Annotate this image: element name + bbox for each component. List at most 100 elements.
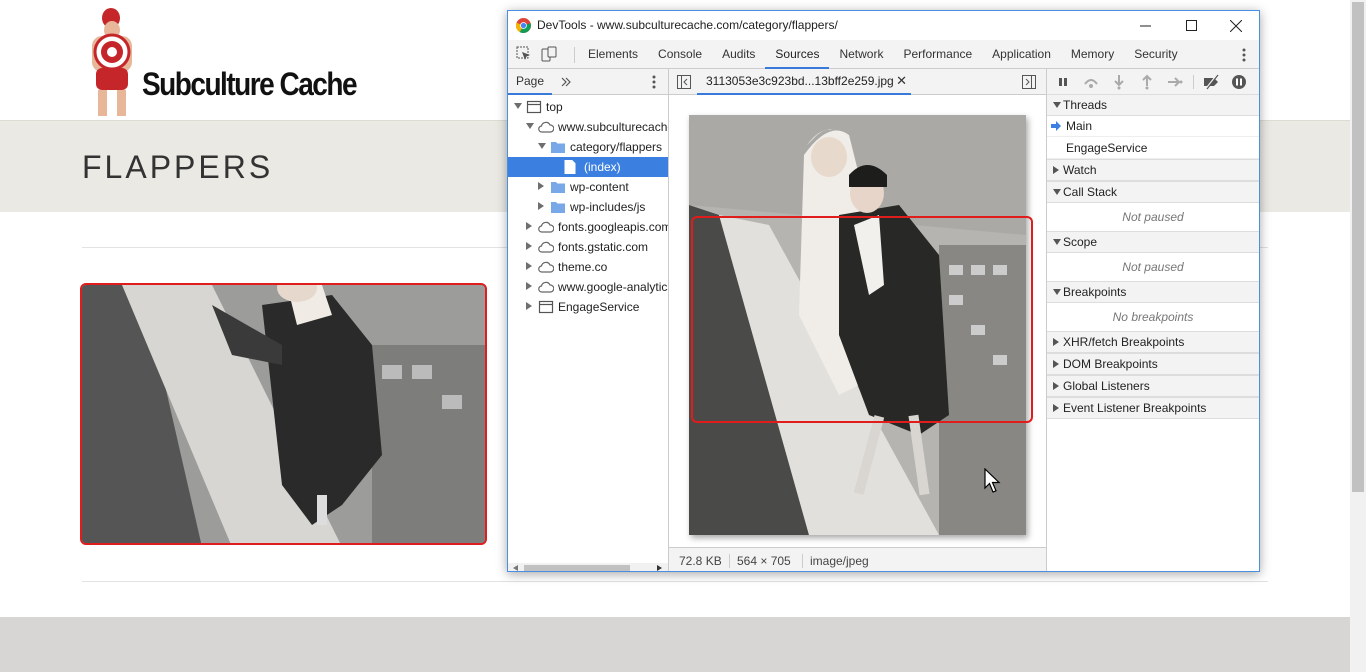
scope-empty-message: Not paused	[1122, 260, 1184, 274]
tree-item[interactable]: wp-content	[508, 177, 668, 197]
collapsed-icon[interactable]	[526, 302, 532, 310]
tree-item[interactable]: category/flappers	[508, 137, 668, 157]
editor-tab-image[interactable]: 3113053e3c923bd...13bff2e259.jpg ✕	[697, 69, 911, 95]
site-footer	[0, 617, 1350, 672]
watch-section-header[interactable]: Watch	[1047, 159, 1259, 181]
tree-item[interactable]: fonts.gstatic.com	[508, 237, 668, 257]
tab-security[interactable]: Security	[1124, 40, 1187, 69]
collapsed-icon[interactable]	[526, 262, 532, 270]
tree-item[interactable]: theme.co	[508, 257, 668, 277]
toggle-debugger-icon[interactable]	[1022, 75, 1036, 89]
site-logo[interactable]: Subculture Cache	[82, 6, 358, 118]
more-tabs-icon[interactable]	[560, 76, 572, 88]
expanded-icon	[1053, 189, 1061, 195]
image-mime-type: image/jpeg	[810, 554, 869, 568]
page-scrollbar-thumb[interactable]	[1352, 2, 1364, 492]
tab-performance[interactable]: Performance	[893, 40, 982, 69]
tree-item-label: www.google-analytics.com	[558, 280, 668, 294]
dom-breakpoints-section-header[interactable]: DOM Breakpoints	[1047, 353, 1259, 375]
navigator-tab-page[interactable]: Page	[508, 69, 553, 95]
toggle-navigator-icon[interactable]	[677, 75, 691, 89]
collapsed-icon[interactable]	[538, 202, 544, 210]
tree-item[interactable]: (index)	[508, 157, 668, 177]
tree-item[interactable]: top	[508, 97, 668, 117]
collapsed-icon[interactable]	[526, 282, 532, 290]
divider	[82, 581, 1268, 582]
tab-application[interactable]: Application	[982, 40, 1061, 69]
tab-network[interactable]: Network	[829, 40, 893, 69]
inspect-element-icon[interactable]	[516, 46, 532, 62]
collapsed-icon	[1053, 166, 1059, 174]
devtools-title: DevTools - www.subculturecache.com/categ…	[537, 18, 838, 32]
collapsed-icon	[1053, 382, 1059, 390]
tree-item-label: wp-content	[570, 180, 629, 194]
devtools-titlebar[interactable]: DevTools - www.subculturecache.com/categ…	[508, 11, 1259, 40]
scope-section-header[interactable]: Scope	[1047, 231, 1259, 253]
navigator-menu-icon[interactable]	[648, 73, 660, 91]
tab-memory[interactable]: Memory	[1061, 40, 1124, 69]
pause-on-exceptions-icon[interactable]	[1231, 74, 1247, 90]
thread-item-main[interactable]: Main	[1047, 115, 1259, 137]
post-thumbnail[interactable]	[80, 283, 487, 545]
folder-icon	[550, 200, 566, 214]
tree-item[interactable]: EngageService	[508, 297, 668, 317]
cloud-icon	[538, 240, 555, 254]
debugger-toolbar	[1047, 69, 1259, 95]
device-toolbar-icon[interactable]	[541, 46, 557, 62]
tree-item[interactable]: wp-includes/js	[508, 197, 668, 217]
tree-item-label: (index)	[584, 160, 621, 174]
frame-icon	[526, 100, 542, 114]
step-out-icon[interactable]	[1139, 74, 1155, 90]
pause-script-icon[interactable]	[1055, 74, 1071, 90]
tab-console[interactable]: Console	[648, 40, 712, 69]
threads-section-header[interactable]: Threads	[1047, 94, 1259, 116]
collapsed-icon	[1053, 404, 1059, 412]
maximize-button[interactable]	[1168, 11, 1214, 40]
step-over-icon[interactable]	[1083, 74, 1099, 90]
scroll-left-icon[interactable]	[513, 565, 519, 571]
tab-audits[interactable]: Audits	[712, 40, 765, 69]
page-scrollbar[interactable]	[1350, 0, 1366, 672]
more-options-icon[interactable]	[1238, 46, 1250, 64]
thread-item-engageservice[interactable]: EngageService	[1047, 137, 1259, 159]
cloud-icon	[538, 260, 555, 274]
breakpoints-section-header[interactable]: Breakpoints	[1047, 281, 1259, 303]
expanded-icon[interactable]	[514, 103, 522, 109]
minimize-button[interactable]	[1122, 11, 1168, 40]
tree-item-label: wp-includes/js	[570, 200, 646, 214]
expanded-icon[interactable]	[538, 143, 546, 149]
close-tab-icon[interactable]: ✕	[896, 69, 907, 93]
tree-item[interactable]: www.google-analytics.com	[508, 277, 668, 297]
step-into-icon[interactable]	[1111, 74, 1127, 90]
cloud-icon	[538, 280, 555, 294]
sources-navigator: Page top www.subculturecache.com category/…	[508, 69, 669, 571]
global-listeners-section-header[interactable]: Global Listeners	[1047, 375, 1259, 397]
navigator-hscrollbar[interactable]	[508, 563, 668, 571]
xhr-breakpoints-section-header[interactable]: XHR/fetch Breakpoints	[1047, 331, 1259, 353]
collapsed-icon	[1053, 338, 1059, 346]
navigator-hscroll-thumb[interactable]	[524, 565, 630, 571]
collapsed-icon	[1053, 360, 1059, 368]
scroll-right-icon[interactable]	[657, 565, 663, 571]
image-file-size: 72.8 KB	[679, 554, 722, 568]
minimize-icon	[1139, 25, 1151, 27]
current-thread-icon	[1051, 121, 1061, 131]
step-icon[interactable]	[1167, 74, 1183, 90]
flapper-photo-thumbnail	[82, 285, 485, 543]
tab-sources[interactable]: Sources	[765, 40, 830, 69]
tree-item[interactable]: www.subculturecache.com	[508, 117, 668, 137]
tree-item-label: www.subculturecache.com	[558, 120, 668, 134]
editor-tab-label: 3113053e3c923bd...13bff2e259.jpg	[706, 74, 894, 88]
folder-icon	[550, 140, 566, 154]
deactivate-breakpoints-icon[interactable]	[1203, 74, 1219, 90]
collapsed-icon[interactable]	[526, 222, 532, 230]
tree-item[interactable]: fonts.googleapis.com	[508, 217, 668, 237]
frame-icon	[538, 300, 554, 314]
expanded-icon[interactable]	[526, 123, 534, 129]
collapsed-icon[interactable]	[538, 182, 544, 190]
event-listener-breakpoints-section-header[interactable]: Event Listener Breakpoints	[1047, 397, 1259, 419]
collapsed-icon[interactable]	[526, 242, 532, 250]
tab-elements[interactable]: Elements	[578, 40, 648, 69]
close-window-button[interactable]	[1213, 11, 1259, 40]
callstack-section-header[interactable]: Call Stack	[1047, 181, 1259, 203]
